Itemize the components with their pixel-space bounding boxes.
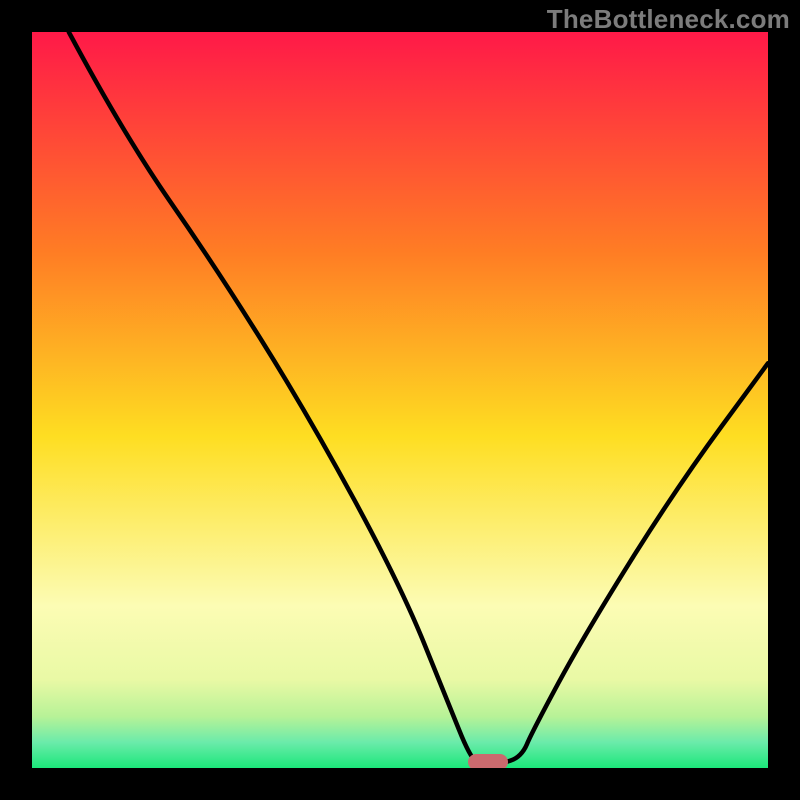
plot-area	[32, 32, 768, 768]
optimal-range-marker	[468, 754, 508, 768]
bottleneck-curve	[32, 32, 768, 768]
chart-frame: TheBottleneck.com	[0, 0, 800, 800]
watermark-text: TheBottleneck.com	[547, 4, 790, 35]
